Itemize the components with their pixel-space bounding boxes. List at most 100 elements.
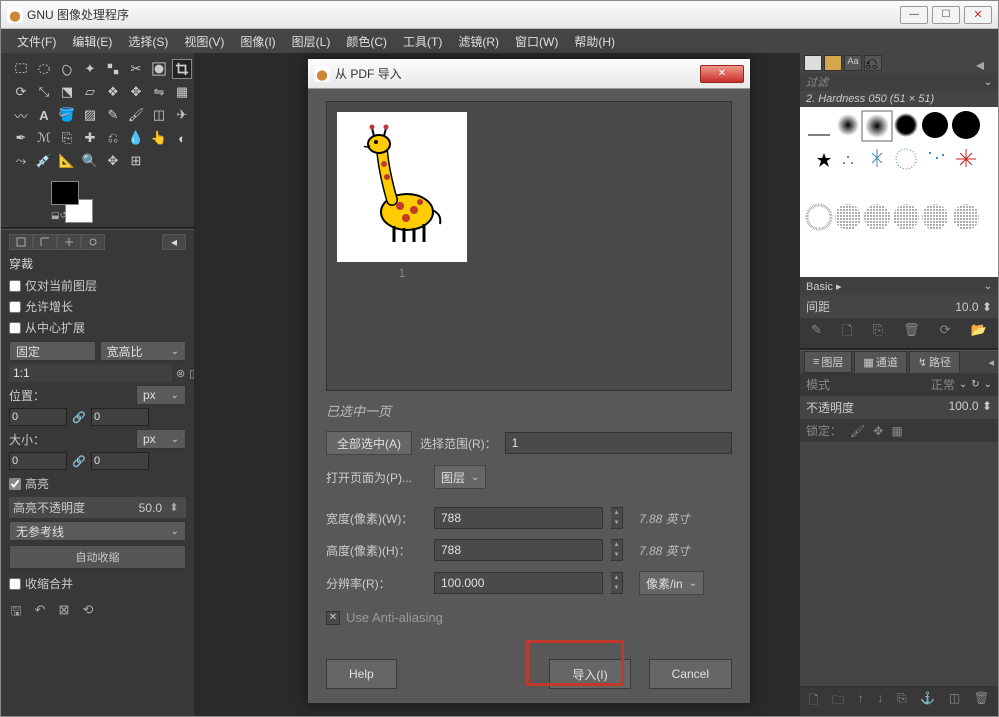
fixed-select[interactable]: 固定 [9, 341, 96, 361]
tool-rect-select[interactable] [11, 59, 31, 79]
dialog-close-button[interactable]: ✕ [700, 65, 744, 83]
tool-perspective-clone[interactable]: ⎌ [103, 128, 123, 148]
opt-tab-3[interactable] [57, 234, 81, 250]
tool-path[interactable]: ⤳ [11, 151, 31, 171]
layers-list[interactable] [800, 442, 998, 686]
tool-rotate[interactable]: ⟳ [11, 82, 31, 102]
width-input[interactable] [434, 507, 603, 529]
lock-alpha-icon[interactable]: ▦ [891, 424, 902, 438]
opt-tab-1[interactable] [9, 234, 33, 250]
import-button[interactable]: 导入(I) [549, 659, 630, 689]
tool-perspective[interactable]: ▱ [80, 82, 100, 102]
tool-text[interactable]: A [34, 105, 54, 125]
dock-menu-icon[interactable]: ◂ [976, 55, 994, 71]
brush-spacing[interactable]: 间距10.0 ⬍ [800, 295, 998, 318]
open-as-select[interactable]: 图层⌄ [434, 465, 486, 489]
menu-edit[interactable]: 编辑(E) [64, 30, 120, 53]
size-w[interactable] [9, 452, 67, 470]
patterns-tab[interactable] [824, 55, 842, 71]
menu-colors[interactable]: 颜色(C) [338, 30, 395, 53]
refresh-brush-icon[interactable]: ⟳ [940, 322, 951, 344]
menu-view[interactable]: 视图(V) [176, 30, 232, 53]
tool-gradient[interactable]: ▨ [80, 105, 100, 125]
guides-select[interactable]: 无参考线⌄ [9, 521, 186, 541]
lock-pos-icon[interactable]: ✥ [873, 424, 883, 438]
channels-tab[interactable]: ▦通道 [854, 351, 906, 373]
fg-bg-swatch[interactable]: ⬓↺ [51, 181, 93, 223]
menu-help[interactable]: 帮助(H) [566, 30, 623, 53]
del-brush-icon[interactable]: 🗑 [903, 322, 920, 344]
resolution-spinner[interactable]: ▲▼ [611, 572, 623, 594]
tool-colorpicker[interactable]: 💉 [34, 151, 54, 171]
help-button[interactable]: Help [326, 659, 397, 689]
del-layer-icon[interactable]: 🗑 [974, 691, 989, 712]
height-spinner[interactable]: ▲▼ [611, 539, 623, 561]
dialog-titlebar[interactable]: 从 PDF 导入 ✕ [308, 59, 750, 89]
lock-pixels-icon[interactable]: 🖌 [850, 424, 865, 438]
tool-scissors[interactable]: ✂ [126, 59, 146, 79]
tool-scale[interactable]: ⤡ [34, 82, 54, 102]
delete-opts-icon[interactable]: ⊠ [55, 602, 73, 624]
tool-handle[interactable]: ✥ [126, 82, 146, 102]
tool-cage[interactable]: ▦ [172, 82, 192, 102]
dup-layer-icon[interactable]: ⎘ [897, 691, 907, 712]
opt-tab-2[interactable] [33, 234, 57, 250]
pos-x[interactable] [9, 408, 67, 426]
menu-tools[interactable]: 工具(T) [395, 30, 450, 53]
tool-airbrush[interactable]: ✈ [172, 105, 192, 125]
tool-dodge[interactable]: ◐ [172, 128, 192, 148]
save-opts-icon[interactable]: 🖫 [7, 602, 25, 624]
tool-color-select[interactable] [103, 59, 123, 79]
chk-current-layer[interactable]: 仅对当前图层 [9, 275, 186, 296]
tool-crop[interactable] [172, 59, 192, 79]
menu-filters[interactable]: 滤镜(R) [450, 30, 507, 53]
select-all-button[interactable]: 全部选中(A) [326, 431, 412, 455]
tool-foreground[interactable] [149, 59, 169, 79]
opacity-row[interactable]: 不透明度100.0 ⬍ [800, 396, 998, 419]
cancel-button[interactable]: Cancel [649, 659, 732, 689]
chk-highlight[interactable]: 高亮 [9, 473, 186, 494]
open-brush-icon[interactable]: 📂 [971, 322, 987, 344]
paths-tab[interactable]: ↯路径 [909, 351, 960, 373]
layer-dock-menu-icon[interactable]: ◂ [988, 356, 994, 369]
layers-tab[interactable]: ≡图层 [804, 351, 852, 373]
link-size-icon[interactable]: 🔗 [71, 453, 87, 469]
brush-preset-bar[interactable]: Basic ▸⌄ [800, 277, 998, 295]
menu-windows[interactable]: 窗口(W) [507, 30, 566, 53]
size-unit[interactable]: px⌄ [136, 429, 186, 449]
mode-select[interactable]: 正常 [931, 376, 955, 393]
height-input[interactable] [434, 539, 603, 561]
maximize-button[interactable]: ☐ [932, 6, 960, 24]
tool-bucket[interactable]: 🪣 [57, 105, 77, 125]
thumb-page-1[interactable]: 1 [337, 112, 467, 380]
swap-colors-icon[interactable]: ⬓↺ [51, 210, 67, 221]
tool-fuzzy-select[interactable]: ✦ [80, 59, 100, 79]
layer-group-icon[interactable]: 🗀 [832, 691, 844, 712]
tool-smudge[interactable]: 👆 [149, 128, 169, 148]
dup-brush-icon[interactable]: ⎘ [873, 322, 883, 344]
new-brush-icon[interactable]: 🗋 [842, 322, 852, 344]
tool-ellipse-select[interactable] [34, 59, 54, 79]
fonts-tab[interactable]: Aa [844, 55, 862, 71]
pos-unit[interactable]: px⌄ [136, 385, 186, 405]
tool-move[interactable]: ✥ [103, 151, 123, 171]
tool-paintbrush[interactable]: 🖌 [126, 105, 146, 125]
close-button[interactable]: ✕ [964, 6, 992, 24]
brush-grid[interactable] [800, 107, 998, 277]
edit-brush-icon[interactable]: ✎ [811, 322, 822, 344]
tool-pencil[interactable]: ✎ [103, 105, 123, 125]
pos-y[interactable] [91, 408, 149, 426]
antialias-check[interactable]: ✕ Use Anti-aliasing [326, 610, 732, 625]
chk-expand-center[interactable]: 从中心扩展 [9, 317, 186, 338]
menu-select[interactable]: 选择(S) [120, 30, 176, 53]
reload-opts-icon[interactable]: ⟲ [79, 602, 97, 624]
ratio-input[interactable] [9, 364, 172, 382]
opt-tab-menu[interactable]: ◂ [162, 234, 186, 250]
tool-eraser[interactable]: ◫ [149, 105, 169, 125]
brush-filter[interactable]: 过滤⌄ [800, 73, 998, 91]
reset-opts-icon[interactable]: ↶ [31, 602, 49, 624]
tool-free-select[interactable] [57, 59, 77, 79]
brushes-tab[interactable] [804, 55, 822, 71]
history-tab[interactable]: ⎌ [864, 55, 882, 71]
tool-clone[interactable]: ⎘ [57, 128, 77, 148]
